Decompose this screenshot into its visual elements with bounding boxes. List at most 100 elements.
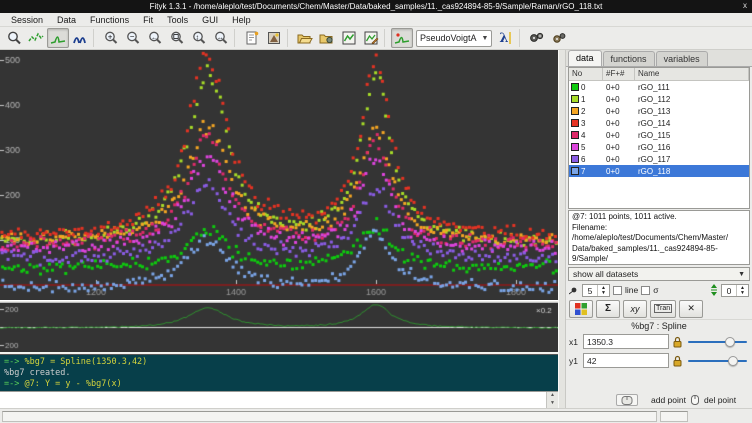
dataset-func-count: 0+0 <box>603 119 635 128</box>
chevron-down-icon: ▼ <box>738 271 745 278</box>
dataset-row-rGO_116[interactable]: 50+0rGO_116 <box>569 141 749 153</box>
tab-functions[interactable]: functions <box>603 51 655 66</box>
column-functions[interactable]: #F+# <box>603 68 635 80</box>
dataset-edit-button[interactable] <box>569 300 593 318</box>
dataset-row-rGO_117[interactable]: 60+0rGO_117 <box>569 153 749 165</box>
save-session-icon[interactable] <box>338 28 360 48</box>
info-line: Data/baked_samples/11._cas924894-85-9/Sa… <box>572 244 746 265</box>
dataset-row-rGO_114[interactable]: 30+0rGO_114 <box>569 117 749 129</box>
param-x1-slider[interactable] <box>686 336 749 348</box>
open-session-icon[interactable] <box>294 28 316 48</box>
line-checkbox-label: line <box>625 285 638 295</box>
dataset-color-swatch[interactable] <box>571 143 579 151</box>
menu-tools[interactable]: Tools <box>160 15 195 25</box>
mouse-icon <box>691 395 699 405</box>
svg-text:−: − <box>130 32 135 41</box>
dataset-color-swatch[interactable] <box>571 83 579 91</box>
dataset-func-count: 0+0 <box>603 83 635 92</box>
panel-splitter[interactable] <box>558 50 566 408</box>
zoom-horizontal-icon[interactable]: ↔ <box>210 28 232 48</box>
column-name[interactable]: Name <box>635 68 749 80</box>
dataset-number: 7 <box>581 167 585 176</box>
dataset-row-rGO_115[interactable]: 40+0rGO_115 <box>569 129 749 141</box>
sigma-checkbox[interactable] <box>641 286 650 295</box>
dataset-number: 4 <box>581 131 585 140</box>
aux-plot-canvas[interactable] <box>0 303 558 352</box>
dataset-row-rGO_118[interactable]: 70+0rGO_118 <box>569 165 749 177</box>
tab-data[interactable]: data <box>568 50 602 66</box>
dataset-color-swatch[interactable] <box>571 119 579 127</box>
status-bar <box>0 408 752 423</box>
peak-type-combo[interactable]: PseudoVoigtA ▼ <box>416 30 492 47</box>
lock-icon[interactable] <box>672 336 683 348</box>
tab-variables[interactable]: variables <box>656 51 708 66</box>
param-y1-input[interactable]: 42 <box>583 353 669 368</box>
auto-add-peak-icon[interactable] <box>391 28 413 48</box>
param-x1-input[interactable]: 1350.3 <box>583 334 669 349</box>
param-y1-slider[interactable] <box>686 355 749 367</box>
dataset-number: 2 <box>581 107 585 116</box>
dataset-row-rGO_112[interactable]: 10+0rGO_112 <box>569 93 749 105</box>
command-history-spinner[interactable]: ▲▼ <box>546 392 558 408</box>
menu-session[interactable]: Session <box>4 15 50 25</box>
menu-help[interactable]: Help <box>225 15 258 25</box>
add-function-mode-icon[interactable] <box>69 28 91 48</box>
dataset-row-rGO_111[interactable]: 00+0rGO_111 <box>569 81 749 93</box>
svg-text:+: + <box>108 32 113 41</box>
edit-script-icon[interactable] <box>241 28 263 48</box>
info-line: @7: 1011 points, 1011 active. <box>572 212 746 223</box>
zoom-out-icon[interactable]: − <box>122 28 144 48</box>
dataset-number: 6 <box>581 155 585 164</box>
main-plot-canvas[interactable] <box>0 50 558 300</box>
dataset-color-swatch[interactable] <box>571 131 579 139</box>
menu-data[interactable]: Data <box>50 15 83 25</box>
menu-gui[interactable]: GUI <box>195 15 225 25</box>
sigma-checkbox-label: σ <box>653 285 658 295</box>
console-command: %bg7 = Spline(1350.3,42) <box>19 357 147 367</box>
dataset-name: rGO_117 <box>635 155 749 164</box>
mouse-mode-button[interactable] <box>616 394 638 406</box>
fit-run-icon[interactable] <box>526 28 548 48</box>
dataset-color-swatch[interactable] <box>571 155 579 163</box>
function-header: %bg7 : Spline <box>566 319 752 332</box>
save-session-as-icon[interactable] <box>360 28 382 48</box>
session-log-icon[interactable] <box>263 28 285 48</box>
zoom-vertical-icon[interactable]: ↕ <box>188 28 210 48</box>
sum-datasets-button[interactable]: Σ <box>596 300 620 318</box>
column-no[interactable]: No <box>569 68 603 80</box>
svg-text:↕: ↕ <box>196 34 200 41</box>
spin-up-icon[interactable]: ▲ <box>547 392 558 400</box>
dataset-color-swatch[interactable] <box>571 167 579 175</box>
transformations-button[interactable]: Tran <box>650 300 676 318</box>
dataset-color-swatch[interactable] <box>571 95 579 103</box>
data-shift-spinner[interactable]: 0▲▼ <box>721 284 749 297</box>
toolbar: + − ← ↕ ↔ PseudoVoigtA ▼ λ <box>0 27 752 50</box>
add-peak-mode-icon[interactable] <box>47 28 69 48</box>
line-checkbox[interactable] <box>613 286 622 295</box>
lock-icon[interactable] <box>672 355 683 367</box>
sidebar-tabs: datafunctionsvariables <box>566 50 752 67</box>
toolbar-separator <box>234 29 239 47</box>
dataset-filter-dropdown[interactable]: show all datasets ▼ <box>568 267 750 281</box>
zoom-in-icon[interactable]: + <box>100 28 122 48</box>
close-window-button[interactable]: x <box>743 1 747 10</box>
command-input[interactable] <box>0 392 546 408</box>
zoom-all-icon[interactable] <box>166 28 188 48</box>
data-transform-button[interactable]: xy <box>623 300 647 318</box>
dataset-list: No #F+# Name 00+0rGO_11110+0rGO_112 2 0+0 r… <box>568 67 750 209</box>
zoom-previous-icon[interactable]: ← <box>144 28 166 48</box>
dataset-func-count: 0+0 <box>603 107 635 116</box>
zoom-mode-icon[interactable] <box>3 28 25 48</box>
menu-fit[interactable]: Fit <box>136 15 160 25</box>
fit-settings-icon[interactable] <box>548 28 570 48</box>
execute-script-icon[interactable] <box>316 28 338 48</box>
info-line: Raman/rGO_118.txt <box>572 265 746 266</box>
dataset-color-swatch[interactable] <box>571 107 579 115</box>
define-function-icon[interactable]: λ <box>495 28 517 48</box>
delete-dataset-button[interactable]: ✕ <box>679 300 703 318</box>
spin-down-icon[interactable]: ▼ <box>547 400 558 408</box>
data-range-mode-icon[interactable] <box>25 28 47 48</box>
point-size-spinner[interactable]: 5▲▼ <box>582 284 610 297</box>
menu-functions[interactable]: Functions <box>83 15 136 25</box>
dataset-row-rGO_113[interactable]: 20+0rGO_113 <box>569 105 749 117</box>
